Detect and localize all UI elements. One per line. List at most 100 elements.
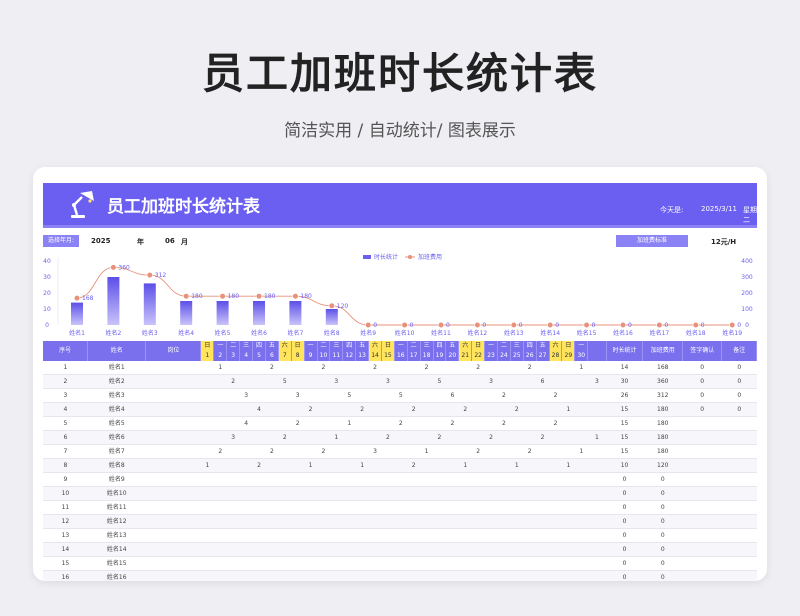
day-hours-cell[interactable] [445, 472, 459, 487]
day-hours-cell[interactable] [433, 486, 446, 501]
day-hours-cell[interactable] [317, 416, 330, 431]
day-hours-cell[interactable] [523, 542, 537, 557]
day-hours-cell[interactable]: 2 [252, 458, 266, 473]
day-hours-cell[interactable]: 1 [304, 458, 317, 473]
day-hours-cell[interactable] [420, 472, 434, 487]
day-hours-cell[interactable] [252, 388, 266, 403]
day-hours-cell[interactable] [200, 486, 214, 501]
day-hours-cell[interactable] [536, 444, 550, 459]
day-hours-cell[interactable]: 2 [226, 374, 240, 389]
day-hours-cell[interactable] [510, 388, 524, 403]
day-hours-cell[interactable] [265, 458, 279, 473]
sign-cell[interactable]: 0 [682, 402, 722, 417]
day-hours-cell[interactable] [484, 416, 498, 431]
day-hours-cell[interactable]: 2 [549, 416, 562, 431]
day-hours-cell[interactable] [265, 430, 279, 445]
day-hours-cell[interactable] [381, 388, 395, 403]
day-hours-cell[interactable] [587, 416, 607, 431]
day-hours-cell[interactable] [252, 570, 266, 581]
day-hours-cell[interactable] [536, 528, 550, 543]
day-hours-cell[interactable] [252, 416, 266, 431]
day-hours-cell[interactable] [200, 556, 214, 571]
day-hours-cell[interactable] [407, 361, 421, 375]
day-hours-cell[interactable] [523, 374, 537, 389]
day-hours-cell[interactable] [574, 542, 588, 557]
day-hours-cell[interactable] [561, 472, 575, 487]
employee-name-cell[interactable]: 姓名9 [87, 472, 146, 487]
day-hours-cell[interactable] [368, 528, 382, 543]
sign-cell[interactable] [682, 472, 722, 487]
day-hours-cell[interactable] [304, 486, 317, 501]
day-hours-cell[interactable]: 1 [200, 458, 214, 473]
note-cell[interactable] [721, 556, 757, 571]
day-hours-cell[interactable] [394, 542, 408, 557]
day-hours-cell[interactable] [458, 416, 472, 431]
day-hours-cell[interactable]: 1 [342, 416, 356, 431]
day-hours-cell[interactable] [536, 514, 550, 529]
day-hours-cell[interactable] [433, 472, 446, 487]
day-hours-cell[interactable] [368, 486, 382, 501]
day-hours-cell[interactable] [523, 458, 537, 473]
day-hours-cell[interactable] [213, 514, 227, 529]
day-hours-cell[interactable] [226, 556, 240, 571]
day-hours-cell[interactable] [561, 486, 575, 501]
day-hours-cell[interactable]: 5 [278, 374, 292, 389]
day-hours-cell[interactable] [329, 570, 343, 581]
day-hours-cell[interactable] [471, 430, 485, 445]
day-hours-cell[interactable]: 5 [342, 388, 356, 403]
day-hours-cell[interactable] [278, 514, 292, 529]
day-hours-cell[interactable] [471, 416, 485, 431]
sign-cell[interactable]: 0 [682, 361, 722, 375]
post-cell[interactable] [145, 374, 201, 389]
day-hours-cell[interactable] [226, 388, 240, 403]
day-hours-cell[interactable] [304, 416, 317, 431]
day-hours-cell[interactable] [497, 570, 511, 581]
day-hours-cell[interactable] [342, 514, 356, 529]
day-hours-cell[interactable]: 1 [587, 430, 607, 445]
day-hours-cell[interactable] [484, 500, 498, 515]
day-hours-cell[interactable] [458, 514, 472, 529]
day-hours-cell[interactable]: 2 [317, 444, 330, 459]
day-hours-cell[interactable] [291, 458, 305, 473]
day-hours-cell[interactable] [497, 444, 511, 459]
day-hours-cell[interactable] [549, 542, 562, 557]
day-hours-cell[interactable] [239, 528, 253, 543]
day-hours-cell[interactable] [458, 556, 472, 571]
post-cell[interactable] [145, 472, 201, 487]
day-hours-cell[interactable] [329, 486, 343, 501]
day-hours-cell[interactable]: 3 [329, 374, 343, 389]
day-hours-cell[interactable] [239, 556, 253, 571]
post-cell[interactable] [145, 500, 201, 515]
day-hours-cell[interactable]: 1 [574, 444, 588, 459]
day-hours-cell[interactable] [265, 388, 279, 403]
post-cell[interactable] [145, 556, 201, 571]
day-hours-cell[interactable] [381, 402, 395, 417]
day-hours-cell[interactable] [317, 388, 330, 403]
day-hours-cell[interactable] [213, 416, 227, 431]
day-hours-cell[interactable] [433, 458, 446, 473]
post-cell[interactable] [145, 430, 201, 445]
day-hours-cell[interactable] [291, 556, 305, 571]
day-hours-cell[interactable]: 3 [226, 430, 240, 445]
day-hours-cell[interactable] [394, 528, 408, 543]
day-hours-cell[interactable] [484, 444, 498, 459]
sign-cell[interactable] [682, 556, 722, 571]
day-hours-cell[interactable] [342, 444, 356, 459]
day-hours-cell[interactable] [394, 500, 408, 515]
day-hours-cell[interactable] [213, 472, 227, 487]
day-hours-cell[interactable] [420, 528, 434, 543]
day-hours-cell[interactable] [368, 388, 382, 403]
year-cell[interactable]: 2025 [91, 237, 110, 245]
day-hours-cell[interactable] [445, 430, 459, 445]
day-hours-cell[interactable] [226, 570, 240, 581]
day-hours-cell[interactable] [368, 458, 382, 473]
employee-name-cell[interactable]: 姓名4 [87, 402, 146, 417]
day-hours-cell[interactable]: 2 [484, 430, 498, 445]
note-cell[interactable] [721, 430, 757, 445]
employee-name-cell[interactable]: 姓名14 [87, 542, 146, 557]
day-hours-cell[interactable] [484, 528, 498, 543]
day-hours-cell[interactable] [304, 542, 317, 557]
day-hours-cell[interactable] [445, 556, 459, 571]
day-hours-cell[interactable] [561, 444, 575, 459]
day-hours-cell[interactable] [587, 542, 607, 557]
